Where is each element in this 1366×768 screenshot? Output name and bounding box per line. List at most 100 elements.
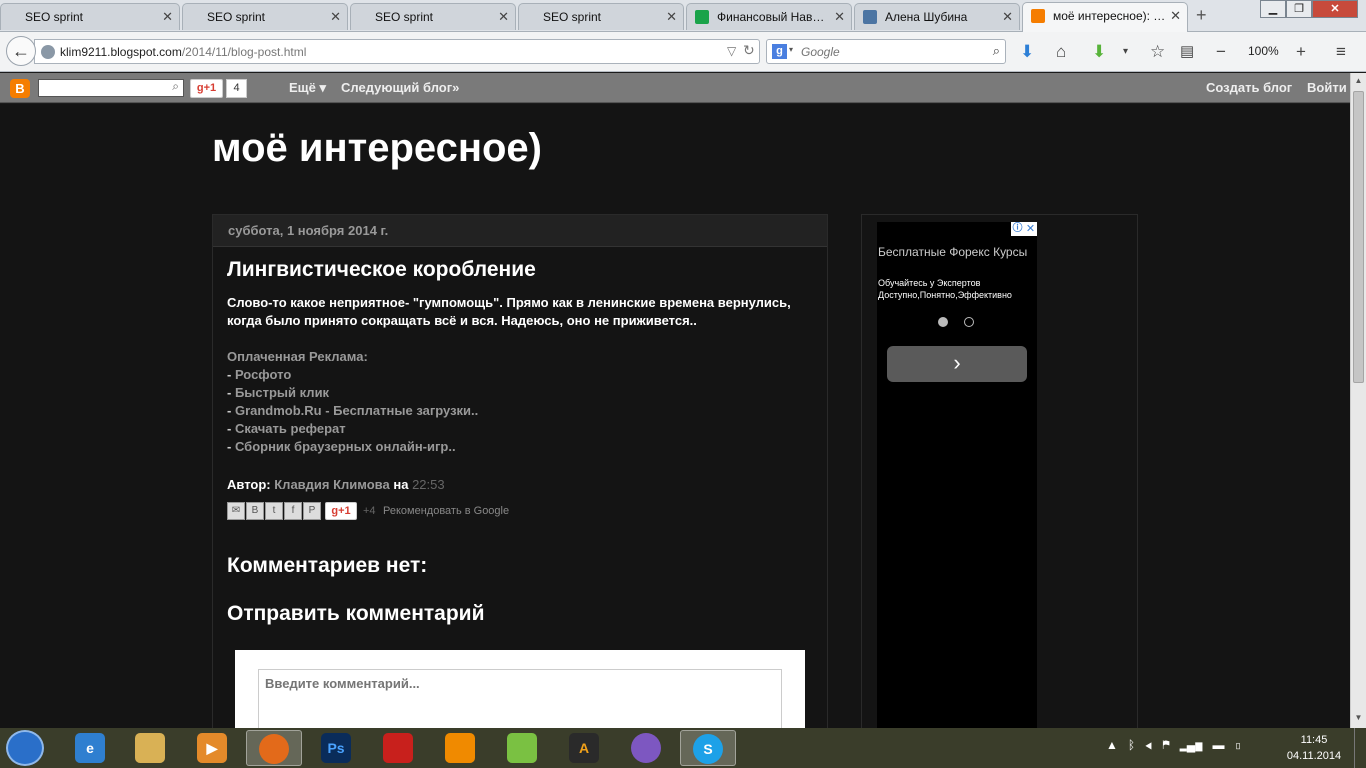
download-helper-icon[interactable]: ⬇ <box>1092 42 1106 62</box>
media-player-icon[interactable]: ▶ <box>184 730 240 766</box>
tab-close-icon[interactable]: ✕ <box>1170 8 1181 24</box>
minimize-button[interactable]: ▁ <box>1260 0 1286 18</box>
file-explorer-icon[interactable] <box>122 730 178 766</box>
addon-dropdown-icon[interactable]: ▾ <box>1123 42 1128 62</box>
tab-seo-sprint-3[interactable]: SEO sprint ✕ <box>350 3 516 30</box>
firefox-icon[interactable] <box>246 730 302 766</box>
search-input[interactable] <box>801 43 981 61</box>
evernote-icon[interactable] <box>494 730 550 766</box>
photoshop-icon[interactable]: Ps <box>308 730 364 766</box>
url-text[interactable]: klim9211.blogspot.com/2014/11/blog-post.… <box>60 45 306 59</box>
tab-close-icon[interactable]: ✕ <box>330 9 341 25</box>
vlc-icon[interactable] <box>432 730 488 766</box>
blogger-logo-icon[interactable]: B <box>10 79 30 98</box>
volume-icon[interactable]: ◀ <box>1145 738 1152 752</box>
aimp-icon[interactable]: A <box>556 730 612 766</box>
bluetooth-icon[interactable]: ᛒ <box>1128 738 1135 752</box>
tab-seo-sprint-4[interactable]: SEO sprint ✕ <box>518 3 684 30</box>
downloads-icon[interactable]: ⬇ <box>1020 42 1034 62</box>
windows-taskbar: e ▶ Ps A S ▲ ᛒ ◀ ⚑ ▂▄▆ ▬ ▯ 11:45 04.11.2… <box>0 728 1366 768</box>
facebook-share-icon[interactable]: f <box>284 502 302 520</box>
blog-title[interactable]: моё интересное) <box>212 126 542 171</box>
tab-close-icon[interactable]: ✕ <box>666 9 677 25</box>
search-bar[interactable]: g ▾ ⌕ <box>766 39 1006 64</box>
power-icon[interactable]: ▯ <box>1235 738 1242 752</box>
carousel-dot[interactable] <box>964 317 974 327</box>
carousel-dot-active[interactable] <box>938 317 948 327</box>
home-icon[interactable]: ⌂ <box>1056 42 1066 62</box>
more-menu[interactable]: Ещё ▾ <box>289 80 326 96</box>
ad-text-line-2[interactable]: Доступно,Понятно,Эффективно <box>878 290 1012 300</box>
google-engine-icon[interactable]: g <box>772 44 787 59</box>
show-desktop-button[interactable] <box>1354 728 1366 768</box>
create-blog-link[interactable]: Создать блог <box>1206 80 1292 95</box>
language-flag-icon[interactable]: ▬ <box>1212 738 1224 752</box>
gplus-share-button[interactable]: g+1 <box>325 502 357 520</box>
ad-close-icon[interactable]: ✕ <box>1024 222 1037 236</box>
reload-icon[interactable]: ↻ <box>743 42 755 59</box>
sidebar-ad[interactable]: ⓘ ✕ Бесплатные Форекс Курсы Обучайтесь у… <box>877 222 1037 728</box>
tab-close-icon[interactable]: ✕ <box>834 9 845 25</box>
network-icon[interactable]: ▂▄▆ <box>1180 738 1203 752</box>
viber-icon[interactable] <box>618 730 674 766</box>
tab-seo-sprint-2[interactable]: SEO sprint ✕ <box>182 3 348 30</box>
comment-input[interactable] <box>258 669 782 728</box>
tab-finance[interactable]: Финансовый Нав… ✕ <box>686 3 852 30</box>
blogger-favicon-icon <box>1031 9 1045 23</box>
scroll-thumb[interactable] <box>1353 91 1364 383</box>
ad-info-icon[interactable]: ⓘ <box>1011 222 1024 236</box>
ad-link[interactable]: Grandmob.Ru <box>235 403 322 418</box>
author-on-label: на <box>393 477 409 492</box>
zoom-out-icon[interactable]: − <box>1216 42 1226 62</box>
ad-link[interactable]: Росфото <box>235 367 291 382</box>
filezilla-icon[interactable] <box>370 730 426 766</box>
ad-link[interactable]: Быстрый клик <box>235 385 329 400</box>
new-tab-button[interactable]: + <box>1196 5 1207 26</box>
address-bar[interactable]: klim9211.blogspot.com/2014/11/blog-post.… <box>34 39 760 64</box>
blogthis-share-icon[interactable]: B <box>246 502 264 520</box>
blog-search-input[interactable]: ⌕ <box>38 79 184 97</box>
tab-close-icon[interactable]: ✕ <box>498 9 509 25</box>
ad-headline[interactable]: Бесплатные Форекс Курсы <box>878 244 1028 260</box>
scroll-up-icon[interactable]: ▲ <box>1353 76 1364 88</box>
twitter-share-icon[interactable]: t <box>265 502 283 520</box>
vertical-scrollbar[interactable]: ▲ ▼ <box>1350 73 1366 728</box>
post-timestamp-link[interactable]: 22:53 <box>412 477 445 492</box>
pinterest-share-icon[interactable]: P <box>303 502 321 520</box>
start-button[interactable] <box>6 730 44 766</box>
scroll-down-icon[interactable]: ▼ <box>1353 713 1364 725</box>
site-identity-icon[interactable] <box>41 45 55 59</box>
tab-title: Финансовый Нав… <box>717 10 825 24</box>
search-icon[interactable]: ⌕ <box>172 79 179 94</box>
bookmark-star-icon[interactable]: ☆ <box>1150 42 1165 62</box>
ad-link[interactable]: Скачать реферат <box>235 421 346 436</box>
maximize-button[interactable]: ❐ <box>1286 0 1312 18</box>
menu-icon[interactable]: ≡ <box>1336 42 1346 62</box>
ad-text-line-1[interactable]: Обучайтесь у Экспертов <box>878 278 980 288</box>
author-link[interactable]: Клавдия Климова <box>274 477 389 492</box>
ad-link[interactable]: Сборник браузерных онлайн-игр.. <box>235 439 456 454</box>
tab-blog-active[interactable]: моё интересное): … ✕ <box>1022 2 1188 32</box>
engine-dropdown-icon[interactable]: ▾ <box>789 45 793 54</box>
back-button[interactable]: ← <box>6 36 36 66</box>
tab-close-icon[interactable]: ✕ <box>1002 9 1013 25</box>
search-icon[interactable]: ⌕ <box>993 43 1000 59</box>
gplus-button[interactable]: g+1 <box>190 79 223 98</box>
tab-seo-sprint-1[interactable]: SEO sprint ✕ <box>0 3 180 30</box>
tab-vk[interactable]: Алена Шубина ✕ <box>854 3 1020 30</box>
zoom-in-icon[interactable]: + <box>1296 42 1306 62</box>
action-center-flag-icon[interactable]: ⚑ <box>1162 738 1169 752</box>
next-blog-link[interactable]: Следующий блог» <box>341 80 459 95</box>
internet-explorer-icon[interactable]: e <box>62 730 118 766</box>
close-window-button[interactable]: ✕ <box>1312 0 1358 18</box>
tray-expand-icon[interactable]: ▲ <box>1106 738 1118 752</box>
clock[interactable]: 11:45 04.11.2014 <box>1282 732 1346 764</box>
bookmarks-list-icon[interactable]: ▤ <box>1180 42 1194 62</box>
login-link[interactable]: Войти <box>1307 80 1347 95</box>
email-share-icon[interactable]: ✉ <box>227 502 245 520</box>
skype-icon[interactable]: S <box>680 730 736 766</box>
zoom-level[interactable]: 100% <box>1248 44 1279 58</box>
tab-close-icon[interactable]: ✕ <box>162 9 173 25</box>
ad-next-button[interactable]: › <box>887 346 1027 382</box>
url-dropdown-icon[interactable]: ▽ <box>727 44 736 58</box>
